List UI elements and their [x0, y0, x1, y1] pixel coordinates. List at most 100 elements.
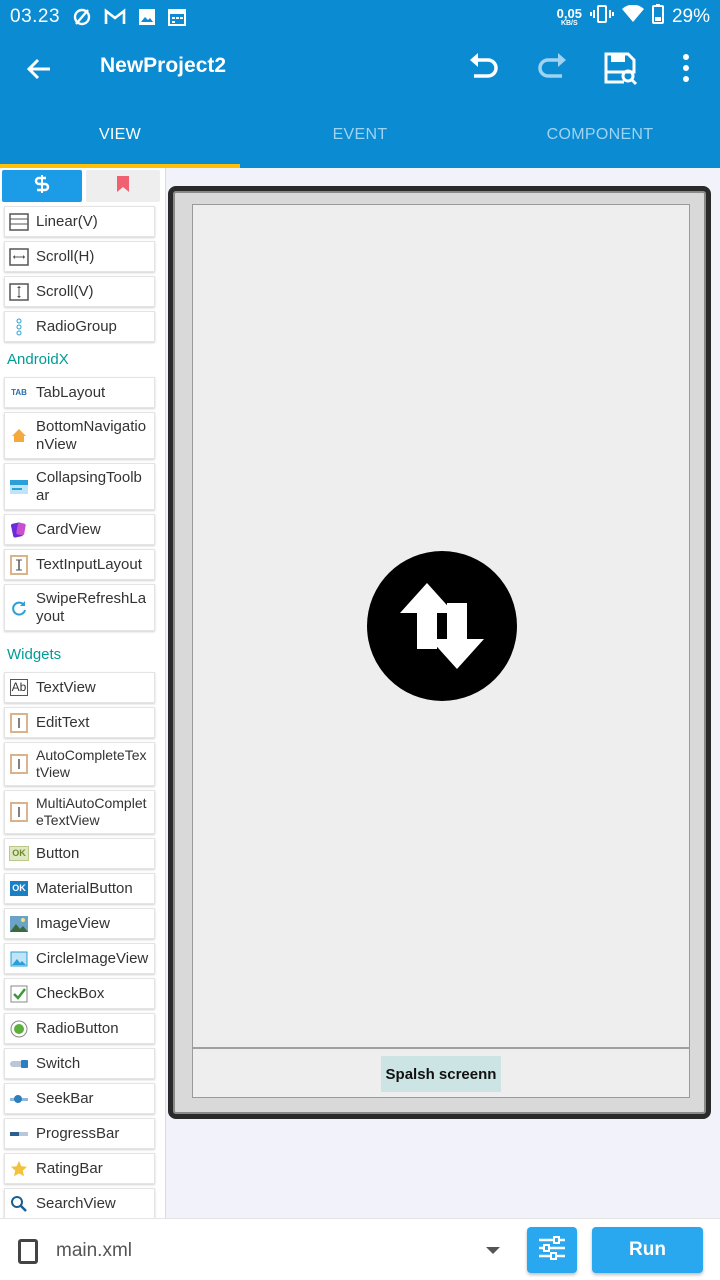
palette-item-label: SeekBar [36, 1089, 94, 1107]
network-speed-value: 0,05 [556, 6, 582, 21]
battery-icon [651, 4, 664, 30]
design-canvas[interactable]: Spalsh screenn [168, 186, 711, 1119]
palette-item-label: TabLayout [36, 383, 106, 401]
splash-screen-button[interactable]: Spalsh screenn [381, 1056, 501, 1092]
palette-item-imageview[interactable]: ImageView [4, 908, 155, 939]
phone-file-icon [18, 1239, 38, 1264]
tab-event[interactable]: EVENT [240, 102, 480, 168]
image-icon [138, 8, 156, 26]
textview-icon: Ab [8, 679, 30, 696]
back-arrow-icon[interactable] [22, 52, 56, 86]
palette-item-label: CheckBox [36, 984, 105, 1002]
widget-palette[interactable]: Linear(V) Scroll(H) Scroll(V) RadioGroup… [0, 168, 166, 1218]
palette-icon [34, 174, 50, 199]
palette-item-scroll-v[interactable]: Scroll(V) [4, 276, 155, 307]
chevron-down-icon[interactable] [486, 1247, 500, 1254]
scroll-horizontal-icon [8, 247, 30, 266]
materialbutton-icon-text: OK [10, 881, 28, 896]
palette-item-swiperefreshlayout[interactable]: SwipeRefreshLayout [4, 584, 155, 631]
materialbutton-icon: OK [8, 881, 30, 896]
bottom-layout[interactable]: Spalsh screenn [193, 1047, 689, 1098]
circleimage-icon [8, 951, 30, 967]
palette-item-searchview[interactable]: SearchView [4, 1188, 155, 1218]
palette-item-multiautocompletetextview[interactable]: MultiAutoCompleteTextView [4, 790, 155, 834]
palette-item-radiobutton[interactable]: RadioButton [4, 1013, 155, 1044]
palette-item-scroll-h[interactable]: Scroll(H) [4, 241, 155, 272]
tab-view[interactable]: VIEW [0, 102, 240, 168]
palette-item-label: Linear(V) [36, 212, 98, 230]
palette-list: Linear(V) Scroll(H) Scroll(V) RadioGroup… [0, 206, 165, 1218]
palette-tab[interactable] [2, 170, 82, 202]
bottom-bar: main.xml Run [0, 1218, 720, 1280]
dnd-off-icon [72, 7, 92, 27]
network-speed: 0,05 KB/S [557, 7, 582, 27]
edittext-icon [8, 712, 30, 733]
tab-icon-text: TAB [11, 387, 27, 397]
palette-item-cardview[interactable]: CardView [4, 514, 155, 545]
vibrate-icon [589, 4, 614, 30]
seekbar-icon [8, 1094, 30, 1104]
palette-item-label: TextInputLayout [36, 555, 142, 573]
radiobutton-icon [8, 1020, 30, 1038]
toolbar-icon [8, 478, 30, 496]
palette-item-bottomnavigationview[interactable]: BottomNavigationView [4, 412, 155, 459]
palette-item-label: ImageView [36, 914, 110, 932]
palette-item-autocompletetextview[interactable]: AutoCompleteTextView [4, 742, 155, 786]
palette-item-checkbox[interactable]: CheckBox [4, 978, 155, 1009]
radiogroup-icon [8, 317, 30, 337]
scroll-vertical-icon [8, 282, 30, 301]
more-vert-icon[interactable] [668, 50, 704, 86]
palette-item-circleimageview[interactable]: CircleImageView [4, 943, 155, 974]
autocomplete-icon [8, 754, 30, 774]
palette-item-textview[interactable]: Ab TextView [4, 672, 155, 703]
device-screen[interactable]: Spalsh screenn [192, 204, 690, 1098]
section-androidx: AndroidX [7, 351, 69, 368]
palette-item-tablayout[interactable]: TAB TabLayout [4, 377, 155, 408]
swap-vertical-icon[interactable] [367, 551, 517, 701]
palette-item-label: SwipeRefreshLayout [36, 589, 147, 625]
undo-icon[interactable] [466, 50, 502, 86]
search-icon [8, 1195, 30, 1213]
palette-item-label: Button [36, 844, 80, 862]
palette-item-label: CollapsingToolbar [36, 468, 142, 504]
textview-icon-text: Ab [9, 679, 29, 696]
palette-item-textinputlayout[interactable]: TextInputLayout [4, 549, 155, 580]
wifi-icon [621, 4, 644, 29]
cardview-icon [8, 521, 30, 539]
settings-tune-button[interactable] [527, 1227, 577, 1273]
bookmark-icon [116, 175, 130, 198]
palette-item-materialbutton[interactable]: OK MaterialButton [4, 873, 155, 904]
palette-item-label: Switch [36, 1054, 81, 1072]
palette-item-label: TextView [36, 678, 96, 696]
file-selector[interactable]: main.xml [56, 1240, 132, 1262]
palette-item-switch[interactable]: Switch [4, 1048, 155, 1079]
bookmark-tab[interactable] [86, 170, 160, 202]
palette-item-radiogroup[interactable]: RadioGroup [4, 311, 155, 342]
tab-bar: VIEW EVENT COMPONENT [0, 102, 720, 168]
run-button[interactable]: Run [592, 1227, 703, 1273]
network-speed-unit: KB/S [560, 20, 578, 27]
button-icon: OK [8, 846, 30, 861]
palette-item-label: SearchView [36, 1194, 116, 1212]
battery-level: 29% [671, 6, 710, 27]
palette-item-edittext[interactable]: EditText [4, 707, 155, 738]
save-icon[interactable] [602, 50, 638, 86]
multiautocomplete-icon [8, 802, 30, 822]
palette-item-collapsingtoolbar[interactable]: CollapsingToolbar [4, 463, 155, 510]
palette-item-seekbar[interactable]: SeekBar [4, 1083, 155, 1114]
palette-item-progressbar[interactable]: ProgressBar [4, 1118, 155, 1149]
palette-item-label: BottomNavigationView [36, 417, 147, 453]
refresh-icon [8, 599, 30, 617]
tune-icon [537, 1235, 567, 1266]
tab-component[interactable]: COMPONENT [480, 102, 720, 168]
star-icon [8, 1160, 30, 1178]
palette-item-linear-v[interactable]: Linear(V) [4, 206, 155, 237]
textinput-icon [8, 554, 30, 575]
home-icon [8, 426, 30, 446]
palette-item-ratingbar[interactable]: RatingBar [4, 1153, 155, 1184]
palette-item-label: RatingBar [36, 1159, 103, 1177]
palette-item-button[interactable]: OK Button [4, 838, 155, 869]
palette-item-label: MultiAutoCompleteTextView [36, 795, 147, 828]
palette-item-label: CircleImageView [36, 949, 149, 967]
redo-icon[interactable] [534, 50, 570, 86]
